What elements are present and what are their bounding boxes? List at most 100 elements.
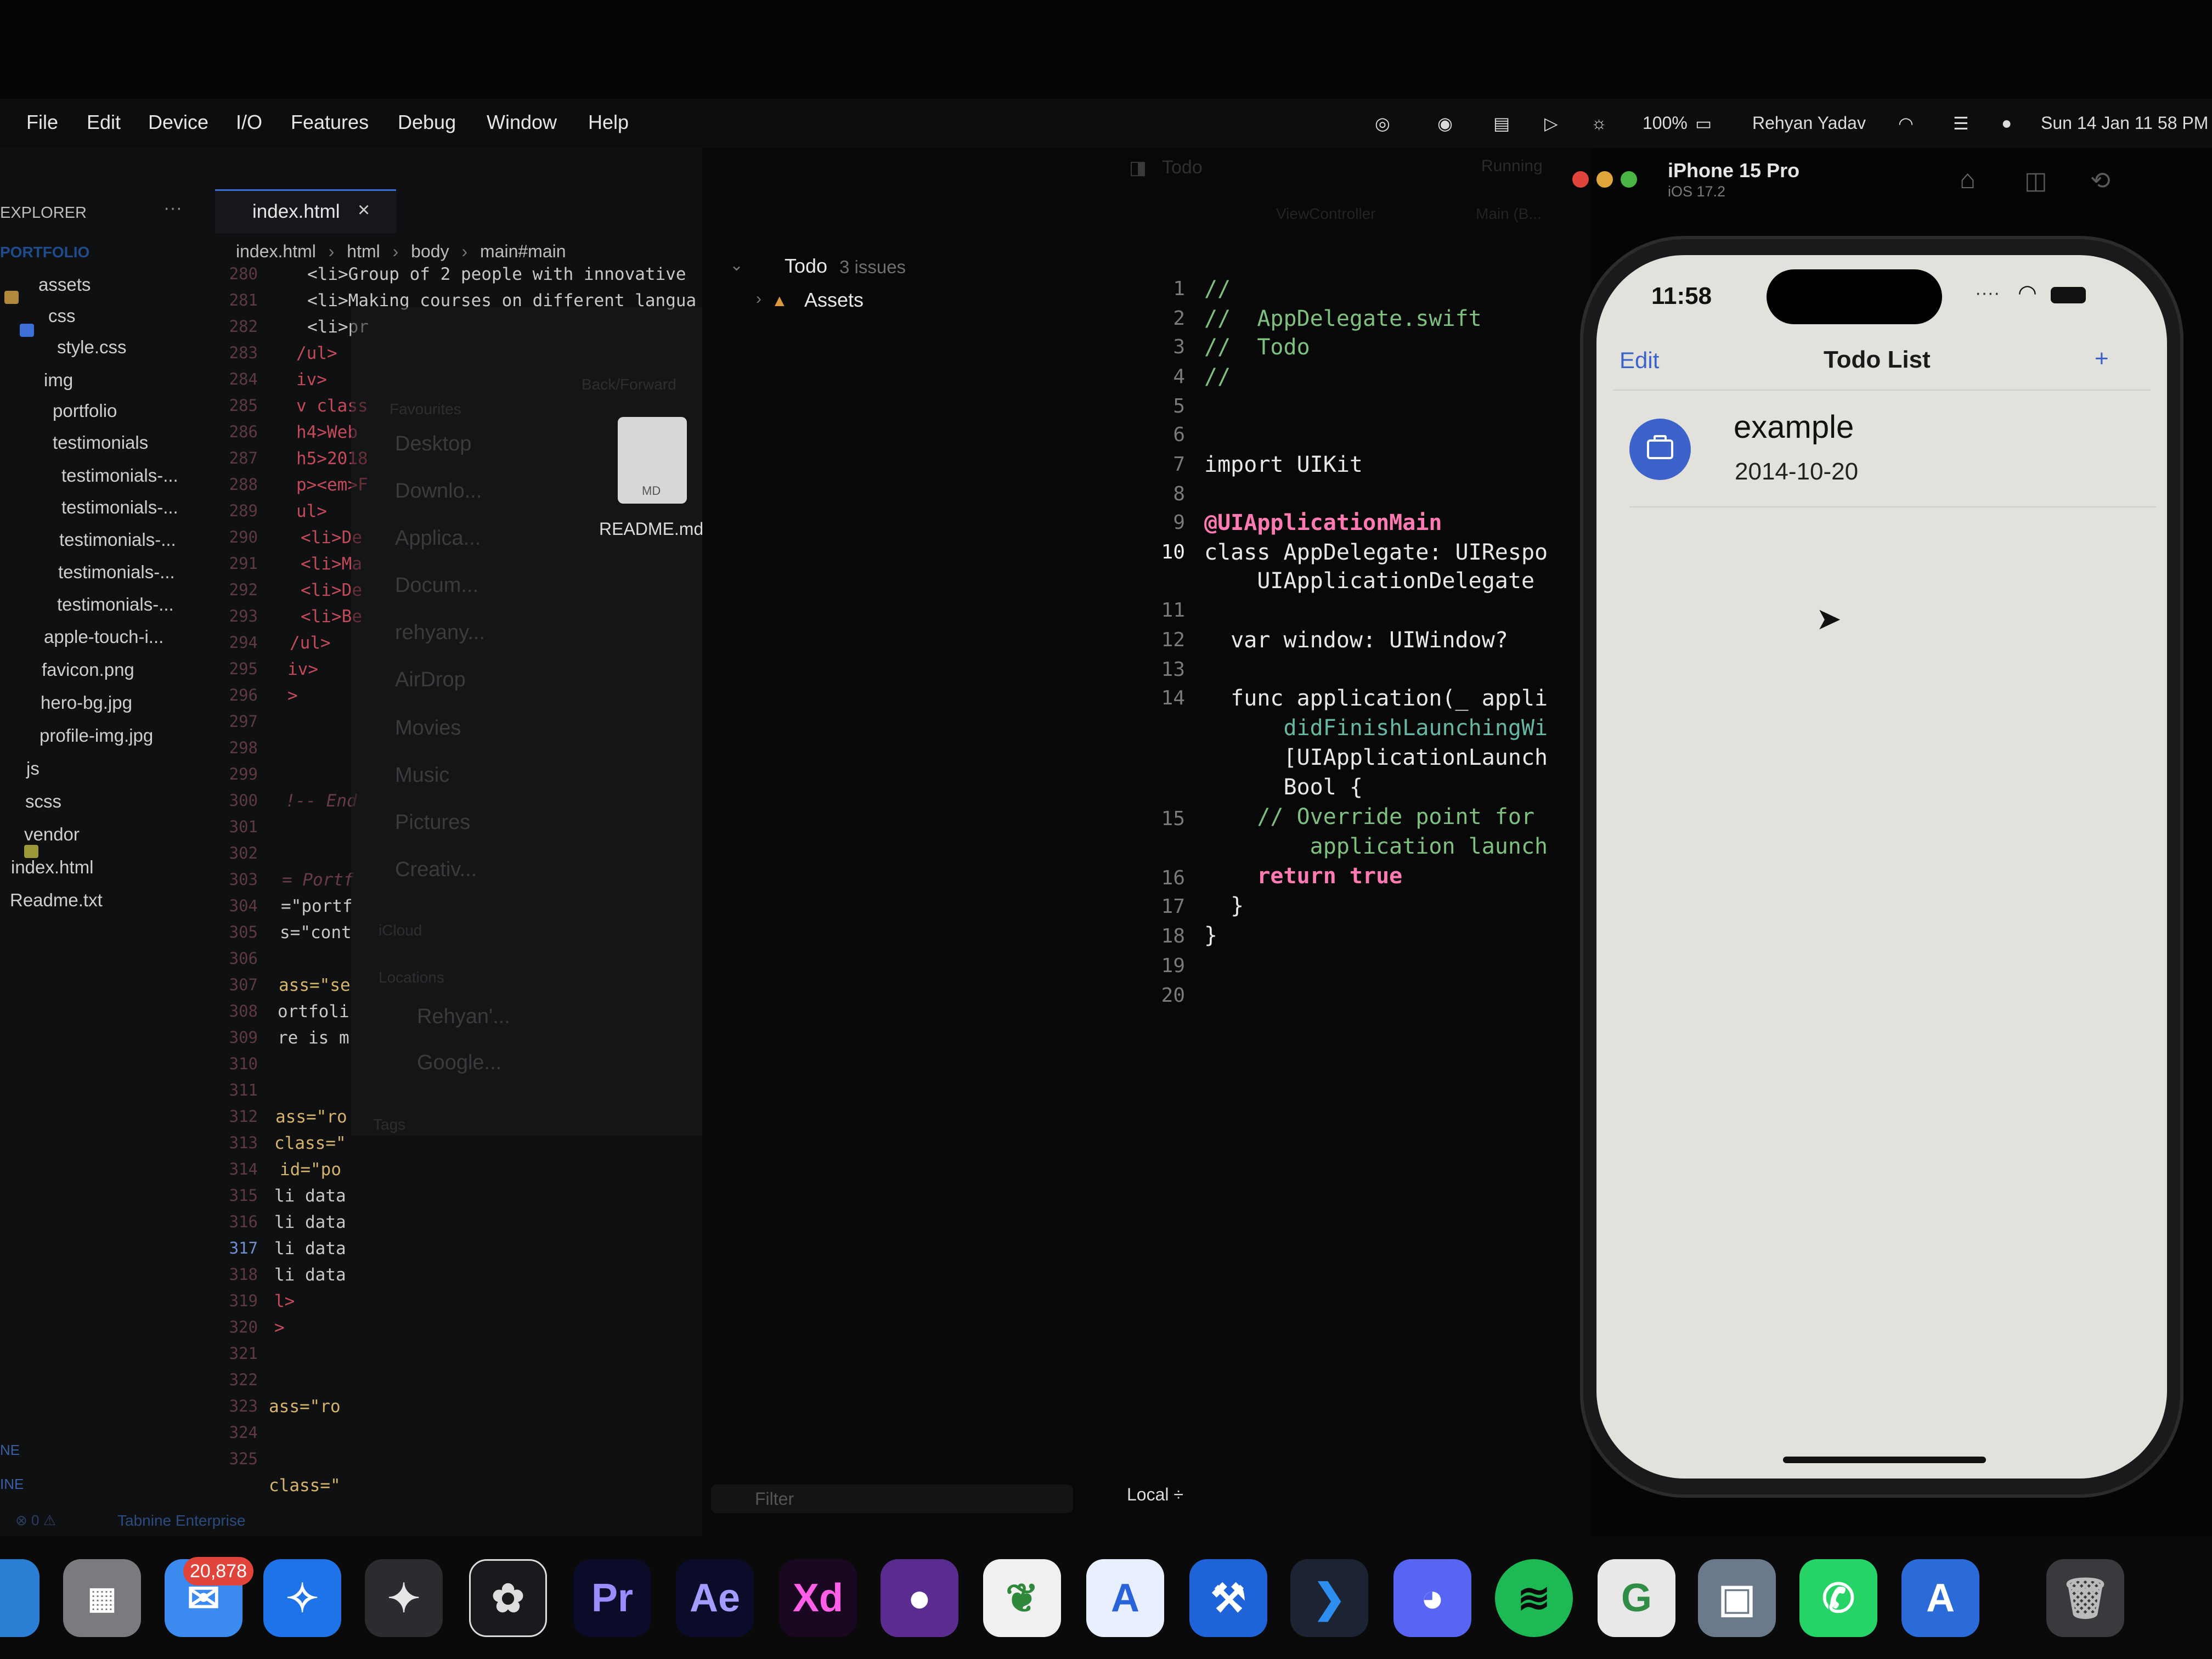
menu-window[interactable]: Window (487, 111, 557, 134)
tree-item[interactable]: img (44, 370, 73, 391)
after-effects-icon[interactable]: Ae (676, 1559, 754, 1637)
file-name[interactable]: README.md (599, 519, 703, 539)
sidebar-item-creative[interactable]: Creativ... (395, 858, 477, 882)
project-navigator-root[interactable]: Todo (785, 255, 827, 278)
geeksforgeeks-icon[interactable]: G (1598, 1559, 1675, 1637)
sidebar-item-applications[interactable]: Applica... (395, 527, 481, 550)
wifi-icon[interactable]: ◠ (1898, 113, 1914, 134)
simulator-icon[interactable]: A (1901, 1559, 1979, 1637)
tree-item[interactable]: apple-touch-i... (44, 627, 163, 647)
tree-item[interactable]: testimonials-... (61, 465, 178, 486)
add-button[interactable]: + (2095, 345, 2109, 373)
preview-icon[interactable]: ▣ (1698, 1559, 1776, 1637)
brightness-icon[interactable]: ☼ (1591, 113, 1607, 133)
navigator-item-assets[interactable]: Assets (804, 289, 864, 312)
zoom-window-button[interactable] (1621, 171, 1637, 188)
tree-item[interactable]: profile-img.jpg (40, 725, 153, 746)
document-icon[interactable]: MD (618, 417, 687, 504)
sidebar-item-pictures[interactable]: Pictures (395, 811, 470, 834)
list-item[interactable]: example 2014-10-20 (1596, 392, 2167, 507)
tree-item[interactable]: testimonials (53, 432, 148, 453)
tree-item[interactable]: testimonials-... (57, 594, 174, 615)
premiere-pro-icon[interactable]: Pr (573, 1559, 651, 1637)
xcode-scheme[interactable]: Todo (1162, 157, 1203, 178)
vscode-icon[interactable]: ❯ (1290, 1559, 1368, 1637)
tree-item[interactable]: js (26, 758, 40, 779)
xcode-icon[interactable]: ⚒ (1189, 1559, 1267, 1637)
editor-tab[interactable]: index.html × (215, 189, 396, 233)
menu-device[interactable]: Device (148, 111, 208, 134)
tree-item[interactable]: style.css (57, 337, 127, 358)
launchpad-icon[interactable]: ▦ (63, 1559, 141, 1637)
sidebar-item-location[interactable]: Rehyan'... (417, 1005, 510, 1029)
tree-item[interactable]: testimonials-... (58, 562, 175, 583)
chevron-right-icon[interactable]: › (756, 290, 761, 308)
tree-item[interactable]: Readme.txt (10, 890, 103, 911)
mongodb-compass-icon[interactable]: ❦ (983, 1559, 1061, 1637)
tree-item[interactable]: vendor (24, 824, 80, 845)
status-menu-icon[interactable]: ▤ (1493, 113, 1510, 134)
whatsapp-icon[interactable]: ✆ (1799, 1559, 1877, 1637)
local-scheme-select[interactable]: Local ÷ (1127, 1485, 1183, 1505)
menu-edit[interactable]: Edit (87, 111, 121, 134)
tree-item[interactable]: assets (38, 274, 91, 295)
more-icon[interactable]: ··· (163, 198, 182, 219)
safari-icon[interactable]: ✧ (263, 1559, 341, 1637)
minimize-window-button[interactable] (1596, 171, 1613, 188)
sidebar-item-documents[interactable]: Docum... (395, 574, 478, 597)
rotate-icon[interactable]: ⟲ (2090, 167, 2111, 195)
breadcrumb-item[interactable]: main#main (480, 241, 566, 261)
tabnine-status[interactable]: Tabnine Enterprise (117, 1512, 245, 1530)
edit-button[interactable]: Edit (1620, 347, 1659, 374)
screenshot-icon[interactable]: ◫ (2024, 167, 2047, 195)
tree-item[interactable]: favicon.png (42, 659, 134, 680)
tab-main[interactable]: Main (B... (1476, 205, 1542, 223)
menu-io[interactable]: I/O (236, 111, 262, 134)
spotify-icon[interactable]: ≋ (1495, 1559, 1573, 1637)
menu-file[interactable]: File (26, 111, 58, 134)
problems-status[interactable]: ⊗ 0 ⚠ (15, 1512, 56, 1529)
home-icon[interactable]: ⌂ (1960, 165, 1976, 195)
xcode-scheme-icon[interactable]: ◨ (1129, 157, 1147, 179)
tree-item[interactable]: css (48, 306, 76, 326)
sidebar-item-airdrop[interactable]: AirDrop (395, 668, 466, 692)
sidebar-item-movies[interactable]: Movies (395, 716, 461, 740)
breadcrumb-item[interactable]: html (347, 241, 380, 261)
breadcrumb-item[interactable]: body (411, 241, 449, 261)
play-icon[interactable]: ▷ (1544, 113, 1558, 134)
status-menu-icon[interactable]: ◉ (1437, 113, 1453, 134)
home-indicator[interactable] (1783, 1457, 1986, 1463)
github-icon[interactable]: ● (881, 1559, 958, 1637)
iphone-screen[interactable]: 11:58 ···· ◠ Edit Todo List + example 20… (1596, 255, 2167, 1479)
close-icon[interactable]: × (358, 199, 370, 222)
breadcrumb-item[interactable]: index.html (236, 241, 316, 261)
finder-icon[interactable] (0, 1559, 40, 1637)
sidebar-item-location[interactable]: Google... (417, 1051, 501, 1075)
adobe-xd-icon[interactable]: Xd (779, 1559, 857, 1637)
final-cut-icon[interactable]: ✦ (365, 1559, 443, 1637)
siri-icon[interactable]: ● (2001, 113, 2012, 133)
close-window-button[interactable] (1572, 171, 1589, 188)
sidebar-item-music[interactable]: Music (395, 764, 449, 787)
tree-item[interactable]: scss (25, 791, 61, 812)
clock[interactable]: Sun 14 Jan 11 58 PM (2041, 113, 2208, 133)
outline-label[interactable]: NE (0, 1442, 20, 1459)
app-store-icon[interactable]: A (1086, 1559, 1164, 1637)
discord-icon[interactable]: ◕ (1393, 1559, 1471, 1637)
control-center-icon[interactable]: ☰ (1953, 113, 1969, 134)
menu-debug[interactable]: Debug (398, 111, 456, 134)
tree-item[interactable]: hero-bg.jpg (41, 692, 132, 713)
tree-item[interactable]: index.html (11, 857, 93, 878)
trash-icon[interactable]: 🗑 (2046, 1559, 2124, 1637)
battery-icon[interactable]: ▭ (1695, 113, 1712, 134)
navigator-filter-field[interactable]: Filter (711, 1485, 1073, 1513)
issue-count[interactable]: 3 issues (839, 257, 906, 278)
back-forward-label[interactable]: Back/Forward (582, 376, 676, 393)
status-menu-icon[interactable]: ◎ (1375, 113, 1390, 134)
menu-features[interactable]: Features (291, 111, 369, 134)
tree-item[interactable]: testimonials-... (61, 497, 178, 518)
tree-item[interactable]: portfolio (53, 400, 117, 421)
menu-help[interactable]: Help (588, 111, 629, 134)
timeline-label[interactable]: INE (0, 1476, 24, 1493)
tree-item[interactable]: testimonials-... (59, 529, 176, 550)
